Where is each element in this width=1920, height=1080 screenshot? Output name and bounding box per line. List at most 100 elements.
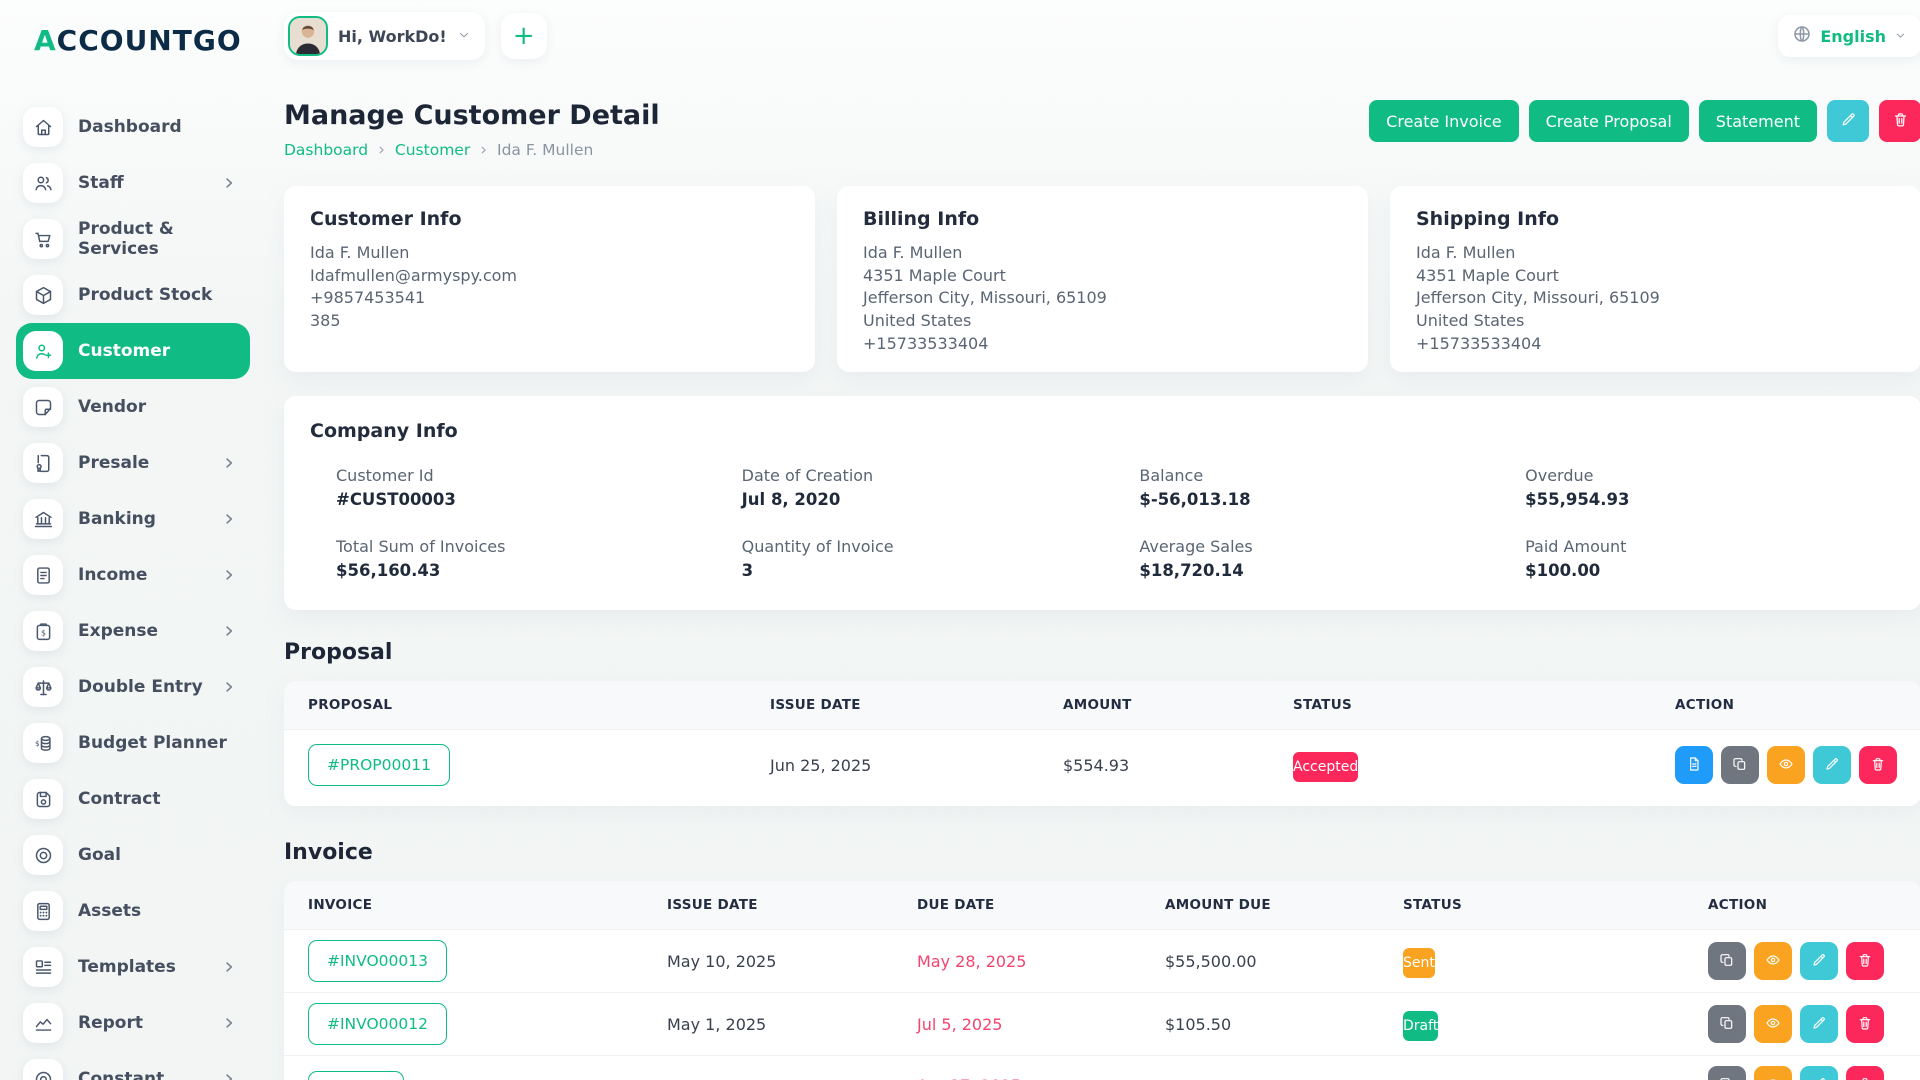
- file-badge-icon: [23, 443, 63, 483]
- eye-icon: [1765, 1015, 1781, 1034]
- delete-button[interactable]: [1846, 942, 1884, 980]
- pencil-icon: [1811, 1076, 1827, 1080]
- duplicate-button[interactable]: [1721, 746, 1759, 784]
- file-text-icon: [23, 555, 63, 595]
- edit-button[interactable]: [1800, 942, 1838, 980]
- sidebar-item-contract[interactable]: Contract: [16, 771, 250, 827]
- breadcrumb: Dashboard › Customer › Ida F. Mullen: [284, 140, 660, 160]
- invoice-heading: Invoice: [284, 840, 1920, 865]
- delete-button[interactable]: [1846, 1005, 1884, 1043]
- shipping-city: Jefferson City, Missouri, 65109: [1416, 287, 1895, 310]
- invoice-actions: [1708, 942, 1897, 980]
- col-proposal: PROPOSAL: [308, 697, 770, 713]
- sidebar-item-vendor[interactable]: Vendor: [16, 379, 250, 435]
- view-button[interactable]: [1767, 746, 1805, 784]
- duplicate-button[interactable]: [1708, 1066, 1746, 1080]
- disc-icon: [23, 1059, 63, 1080]
- cart-icon: [23, 219, 63, 259]
- delete-button[interactable]: [1846, 1066, 1884, 1080]
- field-average-sales: Average Sales$18,720.14: [1139, 537, 1525, 580]
- statement-button[interactable]: Statement: [1699, 100, 1817, 142]
- svg-text:$: $: [35, 739, 40, 748]
- delete-customer-button[interactable]: [1879, 100, 1920, 142]
- sidebar-item-customer[interactable]: Customer: [16, 323, 250, 379]
- invoice-issue-date: May 10, 2025: [667, 952, 917, 971]
- sidebar-item-product-stock[interactable]: Product Stock: [16, 267, 250, 323]
- card-title: Billing Info: [863, 208, 1342, 230]
- field-overdue: Overdue$55,954.93: [1525, 466, 1895, 509]
- sidebar-item-staff[interactable]: Staff: [16, 155, 250, 211]
- layout-icon: [23, 947, 63, 987]
- invoice-number-link[interactable]: #INVO00013: [308, 940, 447, 982]
- trash-icon: [1870, 756, 1886, 775]
- delete-button[interactable]: [1859, 746, 1897, 784]
- chevron-down-icon: [457, 27, 471, 46]
- sidebar-item-double-entry[interactable]: Double Entry: [16, 659, 250, 715]
- sidebar-item-goal[interactable]: Goal: [16, 827, 250, 883]
- edit-button[interactable]: [1813, 746, 1851, 784]
- chevron-right-icon: [222, 568, 236, 582]
- add-button[interactable]: +: [501, 13, 547, 59]
- sidebar-item-report[interactable]: Report: [16, 995, 250, 1051]
- coins-icon: $: [23, 723, 63, 763]
- company-info-card: Company Info Customer Id#CUST00003 Date …: [284, 396, 1920, 610]
- proposal-issue-date: Jun 25, 2025: [770, 756, 1063, 775]
- eye-icon: [1765, 1076, 1781, 1080]
- proposal-heading: Proposal: [284, 640, 1920, 665]
- calculator-icon: [23, 891, 63, 931]
- sidebar-item-presale[interactable]: Presale: [16, 435, 250, 491]
- edit-customer-button[interactable]: [1827, 100, 1869, 142]
- sidebar-item-constant[interactable]: Constant: [16, 1051, 250, 1080]
- file-invoice-button[interactable]: [1675, 746, 1713, 784]
- edit-button[interactable]: [1800, 1005, 1838, 1043]
- col-status: STATUS: [1293, 697, 1675, 713]
- col-invoice: INVOICE: [308, 897, 667, 913]
- target-icon: [23, 835, 63, 875]
- sidebar-item-banking[interactable]: Banking: [16, 491, 250, 547]
- billing-name: Ida F. Mullen: [863, 242, 1342, 265]
- pencil-icon: [1824, 756, 1840, 775]
- chevron-right-icon: [222, 176, 236, 190]
- sidebar-item-product-services[interactable]: Product & Services: [16, 211, 250, 267]
- invoice-number-link[interactable]: [308, 1071, 404, 1080]
- edit-button[interactable]: [1800, 1066, 1838, 1080]
- user-menu[interactable]: Hi, WorkDo!: [284, 12, 485, 60]
- billing-info-card: Billing Info Ida F. Mullen 4351 Maple Co…: [837, 186, 1368, 372]
- col-amount: AMOUNT: [1063, 697, 1293, 713]
- invoice-table: INVOICE ISSUE DATE DUE DATE AMOUNT DUE S…: [284, 881, 1920, 1080]
- sidebar-item-assets[interactable]: Assets: [16, 883, 250, 939]
- shipping-street: 4351 Maple Court: [1416, 265, 1895, 288]
- trash-icon: [1857, 952, 1873, 971]
- copy-icon: [1719, 952, 1735, 971]
- create-proposal-button[interactable]: Create Proposal: [1529, 100, 1689, 142]
- sidebar-item-templates[interactable]: Templates: [16, 939, 250, 995]
- create-invoice-button[interactable]: Create Invoice: [1369, 100, 1518, 142]
- chevron-right-icon: [222, 624, 236, 638]
- view-button[interactable]: [1754, 1005, 1792, 1043]
- breadcrumb-customer[interactable]: Customer: [395, 141, 470, 159]
- user-plus-icon: [23, 331, 63, 371]
- eye-icon: [1778, 756, 1794, 775]
- view-button[interactable]: [1754, 1066, 1792, 1080]
- invoice-due-date: Jul 5, 2025: [917, 1015, 1165, 1034]
- sidebar-item-expense[interactable]: $ Expense: [16, 603, 250, 659]
- globe-icon: [1792, 24, 1812, 48]
- page-actions: Create Invoice Create Proposal Statement: [1369, 100, 1920, 142]
- proposal-number-link[interactable]: #PROP00011: [308, 744, 450, 786]
- bank-icon: [23, 499, 63, 539]
- col-status: STATUS: [1403, 897, 1708, 913]
- chevron-right-icon: [222, 456, 236, 470]
- view-button[interactable]: [1754, 942, 1792, 980]
- sidebar-item-budget-planner[interactable]: $ Budget Planner: [16, 715, 250, 771]
- chevron-right-icon: [222, 512, 236, 526]
- duplicate-button[interactable]: [1708, 942, 1746, 980]
- breadcrumb-dashboard[interactable]: Dashboard: [284, 141, 368, 159]
- shipping-name: Ida F. Mullen: [1416, 242, 1895, 265]
- language-selector[interactable]: English: [1778, 15, 1920, 57]
- field-customer-id: Customer Id#CUST00003: [336, 466, 742, 509]
- sidebar-item-income[interactable]: Income: [16, 547, 250, 603]
- customer-number: 385: [310, 310, 789, 333]
- sidebar-item-dashboard[interactable]: Dashboard: [16, 99, 250, 155]
- invoice-number-link[interactable]: #INVO00012: [308, 1003, 447, 1045]
- duplicate-button[interactable]: [1708, 1005, 1746, 1043]
